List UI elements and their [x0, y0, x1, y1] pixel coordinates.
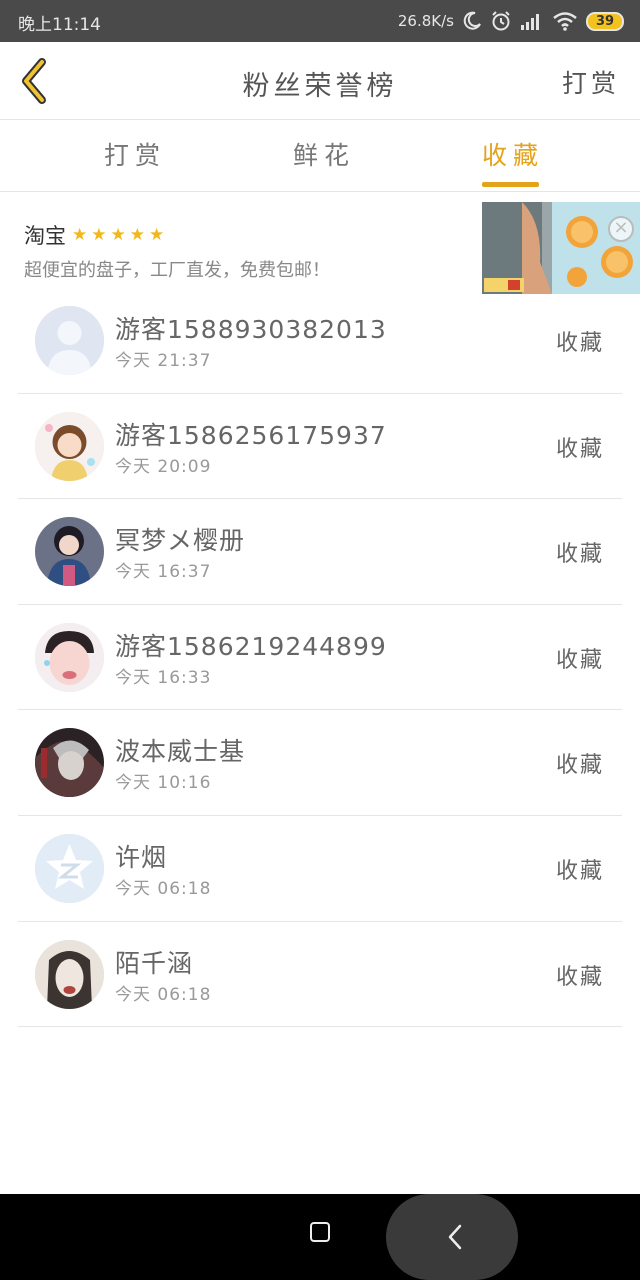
status-time: 晚上11:14 — [18, 15, 101, 35]
entry-time: 今天 20:09 — [115, 456, 212, 477]
entry-action: 收藏 — [555, 436, 604, 462]
tab-flowers[interactable]: 鲜花 — [293, 136, 355, 172]
page-title: 粉丝荣誉榜 — [242, 71, 398, 102]
entry-action: 收藏 — [555, 753, 604, 779]
entry-time: 今天 21:37 — [115, 351, 212, 371]
moon-icon — [463, 11, 481, 30]
ad-rating-stars: ★★★★★ — [72, 225, 169, 245]
tab-favorites[interactable]: 收藏 — [482, 136, 544, 172]
entry-time: 今天 10:16 — [115, 773, 212, 794]
signal-icon — [521, 14, 539, 30]
entry-action: 收藏 — [555, 331, 604, 356]
back-arrow-icon — [448, 1224, 462, 1250]
battery-icon: 39 — [586, 11, 624, 31]
ad-banner[interactable]: 淘宝 ★★★★★ 超便宜的盘子，工厂直发，免费包邮！ × — [0, 192, 640, 296]
avatar — [35, 728, 104, 798]
battery-level: 39 — [595, 13, 615, 29]
user-name: 游客1588930382013 — [115, 315, 387, 344]
avatar — [35, 411, 104, 481]
ad-image[interactable]: × — [482, 202, 640, 294]
avatar — [35, 517, 104, 587]
active-tab-indicator — [482, 182, 539, 187]
ad-description: 超便宜的盘子，工厂直发，免费包邮！ — [24, 260, 330, 281]
avatar — [35, 622, 104, 692]
entry-time: 今天 06:18 — [115, 878, 212, 899]
wifi-icon — [553, 12, 577, 31]
user-name: 游客1586256175937 — [115, 420, 387, 450]
entry-time: 今天 16:33 — [115, 667, 212, 688]
entry-action: 收藏 — [555, 858, 604, 884]
entry-action: 收藏 — [555, 542, 604, 568]
list-item[interactable]: 冥梦メ樱册 今天 16:37 收藏 — [18, 499, 622, 605]
list-item[interactable]: 陌千涵 今天 06:18 收藏 — [18, 922, 622, 1028]
user-name: 游客1586219244899 — [115, 631, 387, 661]
status-icons: 26.8K/s 39 — [398, 8, 624, 34]
avatar — [35, 306, 104, 375]
avatar-image — [35, 517, 104, 587]
system-nav-bar — [0, 1194, 640, 1280]
favorites-list: 游客1588930382013 今天 21:37 收藏 游客1586256175… — [18, 288, 622, 1028]
entry-time: 今天 06:18 — [115, 984, 212, 1005]
user-name: 冥梦メ樱册 — [115, 526, 246, 556]
home-button[interactable] — [310, 1222, 330, 1242]
avatar-image — [35, 728, 104, 798]
qzone-star-icon — [35, 833, 104, 903]
default-avatar-icon — [35, 306, 104, 375]
tip-button[interactable]: 打赏 — [562, 64, 620, 100]
avatar — [35, 939, 104, 1009]
close-icon: × — [613, 217, 629, 238]
list-item[interactable]: 游客1586219244899 今天 16:33 收藏 — [18, 605, 622, 711]
list-item[interactable]: 波本威士基 今天 10:16 收藏 — [18, 710, 622, 816]
user-name: 许烟 — [115, 842, 168, 872]
tab-tip[interactable]: 打赏 — [104, 136, 166, 172]
avatar-image — [35, 622, 104, 692]
network-speed: 26.8K/s — [397, 12, 454, 30]
user-name: 波本威士基 — [115, 737, 246, 767]
avatar — [35, 833, 104, 903]
entry-action: 收藏 — [555, 964, 604, 990]
user-name: 陌千涵 — [115, 948, 194, 978]
back-nav-button[interactable] — [386, 1194, 518, 1280]
avatar-image — [35, 939, 104, 1009]
ad-close-button[interactable]: × — [608, 216, 634, 242]
avatar-image — [35, 411, 104, 481]
list-item[interactable]: 游客1586256175937 今天 20:09 收藏 — [18, 394, 622, 500]
list-item[interactable]: 游客1588930382013 今天 21:37 收藏 — [18, 288, 622, 394]
status-bar: 晚上11:14 26.8K/s 39 — [0, 0, 640, 42]
entry-action: 收藏 — [555, 647, 604, 673]
tab-bar: 打赏 鲜花 收藏 — [0, 120, 640, 192]
ad-title: 淘宝 ★★★★★ — [24, 220, 168, 250]
list-item[interactable]: 许烟 今天 06:18 收藏 — [18, 816, 622, 922]
top-header: 粉丝荣誉榜 打赏 — [0, 42, 640, 120]
entry-time: 今天 16:37 — [115, 562, 212, 583]
ad-brand: 淘宝 — [24, 224, 66, 248]
alarm-icon — [492, 11, 510, 31]
